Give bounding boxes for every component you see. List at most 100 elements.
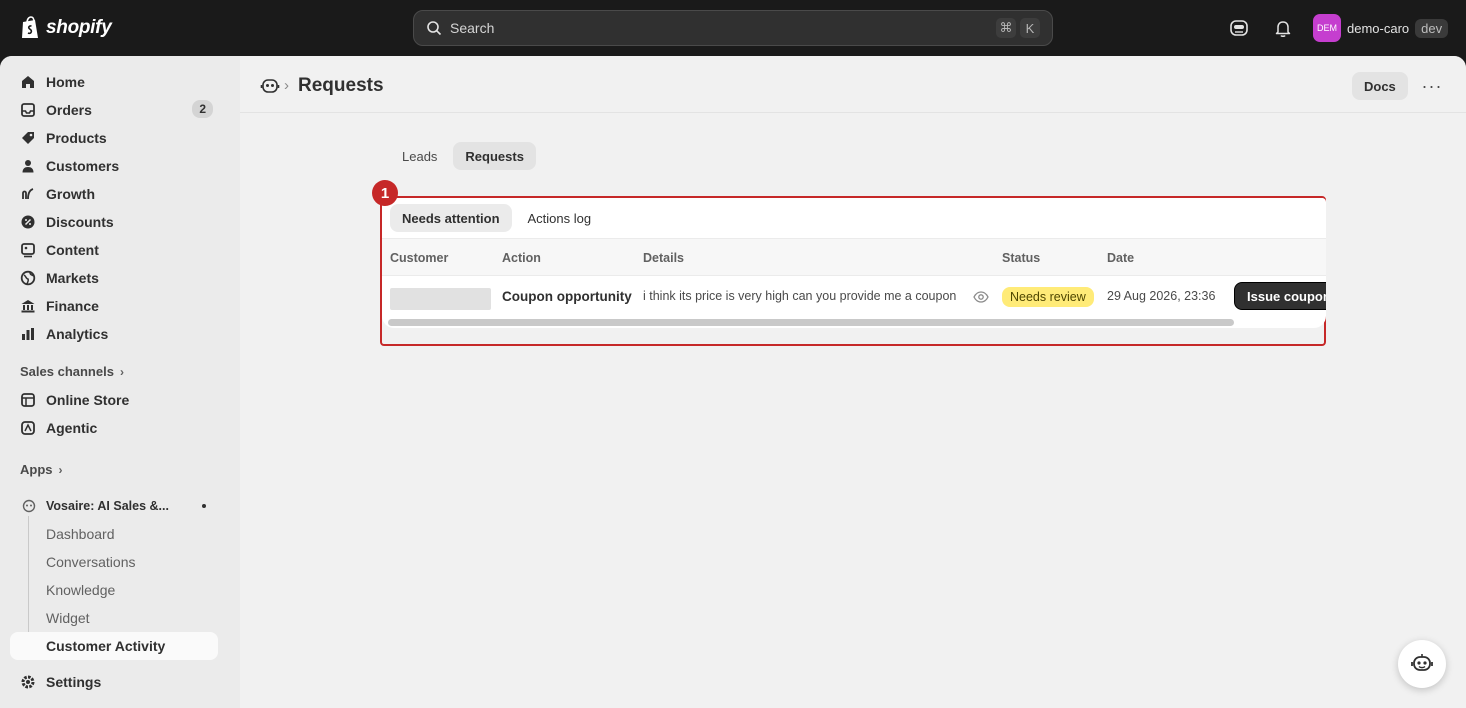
row-action: Coupon opportunity [502, 289, 632, 304]
sidebar-item-label: Analytics [46, 326, 109, 342]
sidebar-item-label: Finance [46, 298, 99, 314]
bank-icon [21, 300, 35, 313]
growth-icon [22, 188, 34, 200]
requests-card-body: Needs attention Actions log Customer Act… [382, 198, 1326, 328]
sidekick-icon[interactable] [1229, 18, 1249, 38]
sidebar-item-label: Agentic [46, 420, 98, 436]
app-name: Vosaire: AI Sales &... [46, 499, 169, 513]
sidebar-item-orders[interactable]: Orders 2 [10, 96, 218, 124]
orders-count-badge: 2 [192, 100, 213, 118]
column-customer: Customer [390, 251, 449, 265]
sidebar-item-discounts[interactable]: Discounts [10, 208, 218, 236]
customer-placeholder [390, 288, 491, 310]
annotation-marker: 1 [372, 180, 398, 206]
issue-coupon-button[interactable]: Issue coupon [1234, 282, 1326, 310]
table-row[interactable]: Coupon opportunity i think its price is … [382, 276, 1326, 318]
docs-button[interactable]: Docs [1352, 72, 1408, 100]
page-title: Requests [298, 75, 384, 96]
shortcut-cmd: ⌘ [996, 18, 1016, 38]
main-content: › Requests Docs ··· Leads Requests Needs… [240, 56, 1466, 708]
row-details: i think its price is very high can you p… [643, 289, 957, 303]
tab-requests[interactable]: Requests [453, 142, 536, 170]
search-placeholder: Search [450, 20, 495, 36]
vosaire-app-icon [22, 499, 36, 513]
orders-icon [21, 103, 35, 117]
column-details: Details [643, 251, 684, 265]
breadcrumb-chevron-icon: › [284, 77, 289, 94]
shopify-logo[interactable]: shopify [20, 14, 112, 42]
column-status: Status [1002, 251, 1041, 265]
sidebar-item-customers[interactable]: Customers [10, 152, 218, 180]
sidebar-item-label: Online Store [46, 392, 130, 408]
requests-card: Needs attention Actions log Customer Act… [380, 196, 1326, 346]
sales-channels-heading[interactable]: Sales channels › [20, 364, 124, 379]
page-tabs: Leads Requests [390, 142, 536, 170]
gear-icon [21, 675, 35, 689]
person-icon [22, 160, 34, 173]
sidebar-item-online-store[interactable]: Online Store [10, 386, 218, 414]
shopify-bag-icon [22, 16, 38, 38]
store-icon [21, 393, 35, 407]
subtab-needs-attention[interactable]: Needs attention [390, 204, 512, 232]
sidebar-app-vosaire[interactable]: Vosaire: AI Sales &... [10, 492, 218, 520]
sidebar-subitem-customer-activity[interactable]: Customer Activity [10, 632, 218, 660]
sidebar-item-settings[interactable]: Settings [10, 668, 218, 696]
horizontal-scrollbar[interactable] [388, 319, 1234, 326]
sidebar-item-products[interactable]: Products [10, 124, 218, 152]
tag-icon [22, 132, 34, 144]
sidebar-item-label: Orders [46, 102, 92, 118]
page-header: › Requests Docs ··· [240, 56, 1466, 113]
chat-widget-button[interactable] [1398, 640, 1446, 688]
status-badge: Needs review [1002, 287, 1094, 307]
home-icon [22, 76, 34, 88]
search-bar[interactable]: Search ⌘ K [413, 10, 1053, 46]
chevron-right-icon: › [58, 462, 63, 477]
app-pin-dot [202, 504, 206, 508]
apps-label: Apps [20, 462, 53, 477]
sidebar-subitem-widget[interactable]: Widget [10, 604, 218, 632]
agentic-icon [21, 421, 35, 435]
app-breadcrumb-icon[interactable] [260, 77, 280, 95]
globe-icon [20, 270, 36, 286]
sidebar-subitem-conversations[interactable]: Conversations [10, 548, 218, 576]
sidebar-item-finance[interactable]: Finance [10, 292, 218, 320]
settings-label: Settings [46, 674, 102, 690]
sidebar-item-label: Markets [46, 270, 99, 286]
sidebar-item-markets[interactable]: Markets [10, 264, 218, 292]
request-subtabs: Needs attention Actions log [390, 204, 603, 232]
subtab-actions-log[interactable]: Actions log [516, 204, 604, 232]
sidebar-item-label: Growth [46, 186, 95, 202]
eye-icon[interactable] [973, 290, 989, 304]
column-action: Action [502, 251, 541, 265]
sidebar-item-label: Products [46, 130, 107, 146]
more-actions-button[interactable]: ··· [1418, 72, 1446, 100]
sales-channels-label: Sales channels [20, 364, 114, 379]
avatar: DEM [1313, 14, 1341, 42]
top-bar: shopify Search ⌘ K DEM demo-caro dev [0, 0, 1466, 56]
sidebar: Home Orders 2 Products Customers Growth … [0, 56, 240, 708]
chevron-right-icon: › [119, 364, 124, 379]
chat-bot-icon [1411, 654, 1433, 671]
store-name: demo-caro [1347, 20, 1410, 36]
apps-heading[interactable]: Apps › [20, 462, 63, 477]
account-menu[interactable]: DEM demo-caro dev [1313, 14, 1449, 42]
search-icon [427, 21, 442, 36]
dev-badge: dev [1415, 18, 1449, 38]
sidebar-subitem-knowledge[interactable]: Knowledge [10, 576, 218, 604]
sidebar-item-home[interactable]: Home [10, 68, 218, 96]
tab-leads[interactable]: Leads [390, 142, 449, 170]
sidebar-subitem-dashboard[interactable]: Dashboard [10, 520, 218, 548]
sidebar-item-agentic[interactable]: Agentic [10, 414, 218, 442]
sidebar-item-analytics[interactable]: Analytics [10, 320, 218, 348]
sidebar-item-label: Home [46, 74, 85, 90]
logo-text: shopify [46, 17, 112, 38]
shortcut-key: K [1020, 18, 1040, 38]
sidebar-item-label: Customers [46, 158, 120, 174]
sidebar-item-growth[interactable]: Growth [10, 180, 218, 208]
discount-icon [21, 215, 35, 229]
content-icon [21, 243, 35, 258]
table-header: Customer Action Details Status Date [382, 238, 1326, 276]
chart-icon [22, 328, 34, 340]
sidebar-item-content[interactable]: Content [10, 236, 218, 264]
bell-icon[interactable] [1273, 18, 1293, 38]
